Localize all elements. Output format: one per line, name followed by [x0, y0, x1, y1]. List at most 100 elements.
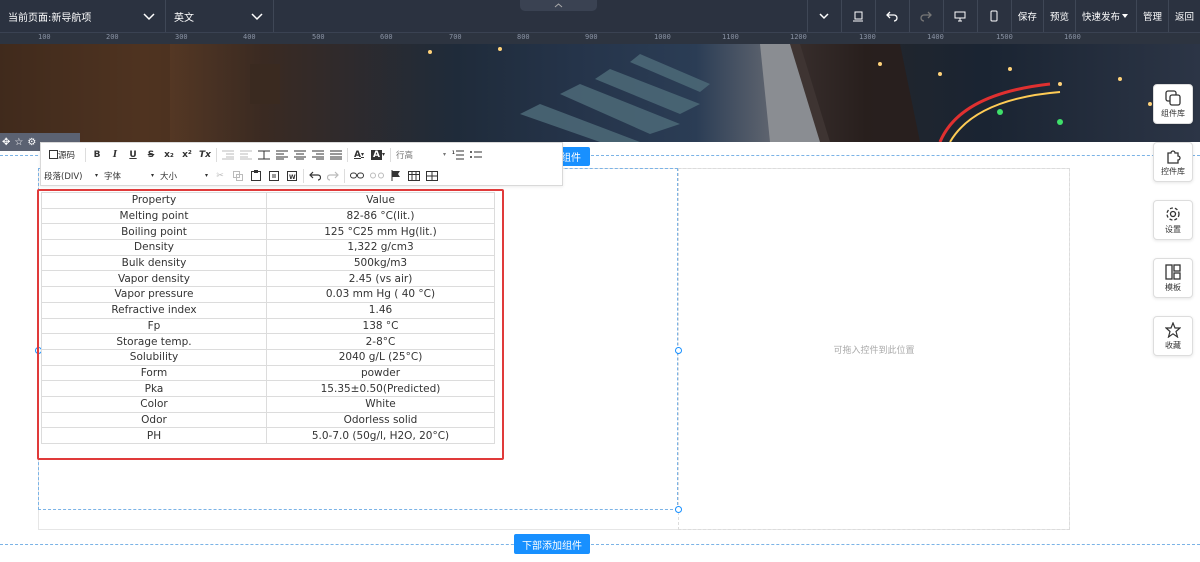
- italic-button[interactable]: I: [106, 145, 124, 165]
- publish-button[interactable]: 快速发布: [1074, 0, 1136, 32]
- paste-button[interactable]: [247, 166, 265, 186]
- divider: [344, 168, 345, 183]
- table-cell[interactable]: Vapor pressure: [41, 286, 267, 303]
- table-header-cell[interactable]: Value: [266, 192, 495, 209]
- table-cell[interactable]: Refractive index: [41, 301, 267, 319]
- subscript-button[interactable]: x₂: [160, 145, 178, 165]
- table-cell[interactable]: Pka: [41, 380, 267, 397]
- table-cell[interactable]: 2.45 (vs air): [266, 270, 495, 288]
- banner-image: [0, 44, 1200, 142]
- property-table[interactable]: Property Value Melting point 82-86 °C(lit…: [41, 192, 495, 444]
- font-color-button[interactable]: A ▾: [350, 145, 368, 165]
- add-component-bottom-button[interactable]: 下部添加组件: [514, 534, 590, 554]
- table-cell[interactable]: Bulk density: [41, 254, 267, 272]
- source-button[interactable]: 源码: [41, 145, 83, 165]
- table-cell[interactable]: Boiling point: [41, 223, 267, 241]
- table-button[interactable]: [405, 166, 423, 186]
- table-cell[interactable]: Form: [41, 364, 267, 382]
- resize-handle[interactable]: [675, 506, 682, 513]
- table-cell[interactable]: Vapor density: [41, 270, 267, 288]
- bg-color-button[interactable]: A ▾: [368, 145, 388, 165]
- strikethrough-button[interactable]: S: [142, 145, 160, 165]
- align-left-icon: [276, 150, 288, 159]
- paragraph-select[interactable]: 段落(DIV) ▾: [41, 166, 101, 186]
- table-cell[interactable]: Fp: [41, 317, 267, 335]
- page-select[interactable]: 当前页面:新导航项: [0, 0, 166, 32]
- outdent-button[interactable]: [237, 145, 255, 165]
- template-button[interactable]: 模板: [1153, 258, 1193, 298]
- line-height-select[interactable]: 行高 ▾: [393, 145, 449, 165]
- table-cell[interactable]: 2040 g/L (25°C): [266, 348, 495, 366]
- mobile-view-button[interactable]: [976, 0, 1011, 32]
- back-button[interactable]: 返回: [1167, 0, 1200, 32]
- desktop-view-button[interactable]: [942, 0, 977, 32]
- table-cell[interactable]: 0.03 mm Hg ( 40 °C): [266, 286, 495, 303]
- justify-button[interactable]: [327, 145, 345, 165]
- save-button[interactable]: 保存: [1010, 0, 1043, 32]
- table-cell[interactable]: 82-86 °C(lit.): [266, 207, 495, 225]
- collapse-tab[interactable]: [520, 0, 597, 11]
- widget-library-button[interactable]: 控件库: [1153, 142, 1193, 182]
- table-cell[interactable]: 1.46: [266, 301, 495, 319]
- underline-button[interactable]: U: [124, 145, 142, 165]
- table-cell[interactable]: White: [266, 395, 495, 413]
- align-button[interactable]: [840, 0, 875, 32]
- table-cell[interactable]: powder: [266, 364, 495, 382]
- star-icon[interactable]: ☆: [14, 137, 23, 148]
- bold-button[interactable]: B: [88, 145, 106, 165]
- table-settings-button[interactable]: [423, 166, 441, 186]
- table-cell[interactable]: Solubility: [41, 348, 267, 366]
- ruler-tick: 500: [312, 33, 325, 41]
- table-cell[interactable]: Color: [41, 395, 267, 413]
- move-icon[interactable]: ✥: [2, 137, 10, 148]
- manage-button[interactable]: 管理: [1135, 0, 1168, 32]
- table-cell[interactable]: Density: [41, 239, 267, 256]
- table-cell[interactable]: 15.35±0.50(Predicted): [266, 380, 495, 397]
- table-cell[interactable]: Odor: [41, 411, 267, 429]
- redo-button[interactable]: [324, 166, 342, 186]
- undo-button[interactable]: [306, 166, 324, 186]
- unlink-button[interactable]: [367, 166, 387, 186]
- align-center-button[interactable]: [291, 145, 309, 165]
- copy-button[interactable]: [229, 166, 247, 186]
- redo-button[interactable]: [908, 0, 943, 32]
- table-cell[interactable]: 138 °C: [266, 317, 495, 335]
- component-library-button[interactable]: 组件库: [1153, 84, 1193, 124]
- settings-button[interactable]: 设置: [1153, 200, 1193, 240]
- table-cell[interactable]: PH: [41, 427, 267, 444]
- align-left-button[interactable]: [273, 145, 291, 165]
- favorites-button[interactable]: 收藏: [1153, 316, 1193, 356]
- unordered-list-button[interactable]: [467, 145, 485, 165]
- font-size-select[interactable]: 大小 ▾: [157, 166, 211, 186]
- cut-button[interactable]: ✂: [211, 166, 229, 186]
- font-family-select[interactable]: 字体 ▾: [101, 166, 157, 186]
- settings-icon[interactable]: ⚙: [27, 137, 36, 148]
- table-cell[interactable]: 2-8°C: [266, 333, 495, 350]
- preview-button[interactable]: 预览: [1042, 0, 1075, 32]
- collapse-button[interactable]: [806, 0, 841, 32]
- language-select[interactable]: 英文: [166, 0, 274, 32]
- ruler-tick: 100: [38, 33, 51, 41]
- table-cell[interactable]: Storage temp.: [41, 333, 267, 350]
- table-cell[interactable]: 500kg/m3: [266, 254, 495, 272]
- undo-button[interactable]: [874, 0, 909, 32]
- anchor-button[interactable]: [387, 166, 405, 186]
- clear-format-button[interactable]: Tx: [196, 145, 214, 165]
- table-cell[interactable]: Melting point: [41, 207, 267, 225]
- align-right-button[interactable]: [309, 145, 327, 165]
- line-height-label: 行高: [395, 150, 413, 161]
- indent-button[interactable]: [219, 145, 237, 165]
- superscript-button[interactable]: x²: [178, 145, 196, 165]
- table-cell[interactable]: 5.0-7.0 (50g/l, H2O, 20°C): [266, 427, 495, 444]
- table-cell[interactable]: 125 °C25 mm Hg(lit.): [266, 223, 495, 241]
- column-button[interactable]: [255, 145, 273, 165]
- paste-text-button[interactable]: [265, 166, 283, 186]
- paste-word-button[interactable]: W: [283, 166, 301, 186]
- table-header-cell[interactable]: Property: [41, 192, 267, 209]
- ordered-list-button[interactable]: 1: [449, 145, 467, 165]
- link-button[interactable]: [347, 166, 367, 186]
- table-cell[interactable]: 1,322 g/cm3: [266, 239, 495, 256]
- caret-down-icon: ▾: [360, 151, 364, 158]
- resize-handle[interactable]: [675, 347, 682, 354]
- table-cell[interactable]: Odorless solid: [266, 411, 495, 429]
